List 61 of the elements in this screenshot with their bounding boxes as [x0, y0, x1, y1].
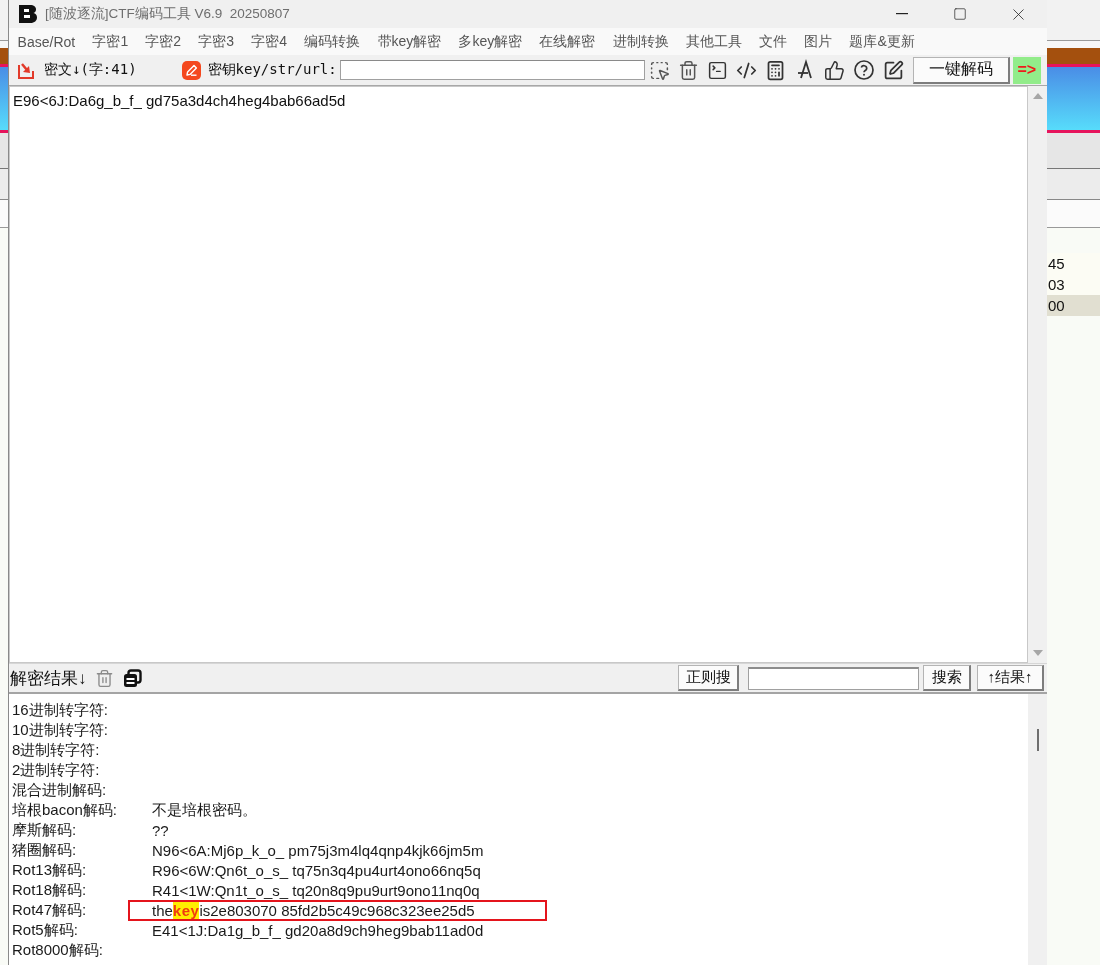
help-icon[interactable] [852, 59, 875, 81]
menu-item[interactable]: 图片 [795, 32, 841, 51]
results-title: 解密结果↓ [10, 667, 87, 690]
result-label: 10进制转字符: [12, 720, 109, 740]
result-label: 8进制转字符: [12, 740, 101, 760]
result-label: 2进制转字符: [12, 760, 101, 780]
menu-item[interactable]: 字密1 [83, 32, 137, 51]
result-value: ?? [152, 821, 169, 839]
ciphertext-field[interactable]: E96<6J:Da6g_b_f_ gd75a3d4ch4heg4bab66ad5d [9, 86, 1028, 663]
window-title: [随波逐流]CTF编码工具 V6.9 20250807 [45, 5, 290, 23]
decode-button[interactable]: 一键解码 [912, 56, 1010, 84]
ciphertext-label: 密文↓(字:41) [44, 61, 137, 79]
search-button[interactable]: 搜索 [923, 665, 971, 691]
menu-item[interactable]: 文件 [750, 32, 796, 51]
result-label: 培根bacon解码: [12, 800, 119, 820]
menu-item[interactable]: 字密3 [189, 32, 243, 51]
result-label: 16进制转字符: [12, 700, 109, 720]
regex-search-button[interactable]: 正则搜 [678, 665, 739, 691]
edit-icon[interactable] [882, 59, 904, 81]
copy-icon[interactable] [122, 668, 142, 688]
app-logo-icon [18, 4, 38, 24]
terminal-icon[interactable] [706, 59, 728, 81]
result-label: Rot18解码: [12, 880, 88, 900]
menu-item[interactable]: Base/Rot [9, 33, 84, 50]
minimize-icon [896, 13, 908, 15]
result-label: Rot8000解码: [12, 940, 104, 960]
menu-item[interactable]: 题库&更新 [840, 32, 924, 51]
trash-icon[interactable] [677, 59, 699, 81]
menu-item[interactable]: 在线解密 [530, 32, 605, 51]
table-cell: 00 [1047, 295, 1100, 316]
result-value: thekeyis2e803070 85fd2b5c49c968c323ee25d5 [152, 901, 475, 919]
key-label: 密钥key/str/url: [207, 61, 337, 79]
menu-item[interactable]: 字密2 [136, 32, 190, 51]
result-label: Rot5解码: [12, 920, 79, 940]
pencil-icon[interactable] [181, 60, 201, 80]
arrow-indicator: => [1012, 56, 1041, 84]
menu-item[interactable]: 字密4 [242, 32, 296, 51]
result-value: R41<1W:Qn1t_o_s_ tq20n8q9pu9urt9ono11nq0q [152, 881, 480, 899]
result-value: N96<6A:Mj6p_k_o_ pm75j3m4lq4qnp4kjk66jm5m [152, 841, 484, 859]
menu-item[interactable]: 进制转换 [604, 32, 678, 51]
pointer-select-icon[interactable] [648, 59, 670, 81]
result-value: E41<1J:Da1g_b_f_ gd20a8d9ch9heg9bab11ad0d [152, 921, 484, 939]
scrollbar-thumb[interactable] [1036, 729, 1039, 751]
trash-icon[interactable] [94, 668, 114, 688]
menu-item[interactable]: 编码转换 [295, 32, 369, 51]
result-label: 猪圈解码: [12, 840, 78, 860]
key-input-field[interactable] [339, 60, 645, 80]
menu-item[interactable]: 多key解密 [449, 32, 531, 51]
search-field[interactable] [748, 666, 919, 690]
arrow-into-tray-icon[interactable] [17, 61, 35, 79]
result-label: 混合进制解码: [12, 780, 108, 800]
results-button[interactable]: ↑结果↑ [977, 665, 1044, 691]
result-value: R96<6W:Qn6t_o_s_ tq75n3q4pu4urt4ono66nq5q [152, 861, 481, 879]
result-value: 不是培根密码。 [152, 800, 257, 820]
menu-item[interactable]: 其他工具 [677, 32, 751, 51]
result-label: Rot13解码: [12, 860, 88, 880]
maximize-icon [953, 7, 967, 21]
result-label: 摩斯解码: [12, 820, 78, 840]
result-label: Rot47解码: [12, 900, 88, 920]
thumbs-up-icon[interactable] [823, 59, 845, 81]
menu-item[interactable]: 带key解密 [368, 32, 450, 51]
